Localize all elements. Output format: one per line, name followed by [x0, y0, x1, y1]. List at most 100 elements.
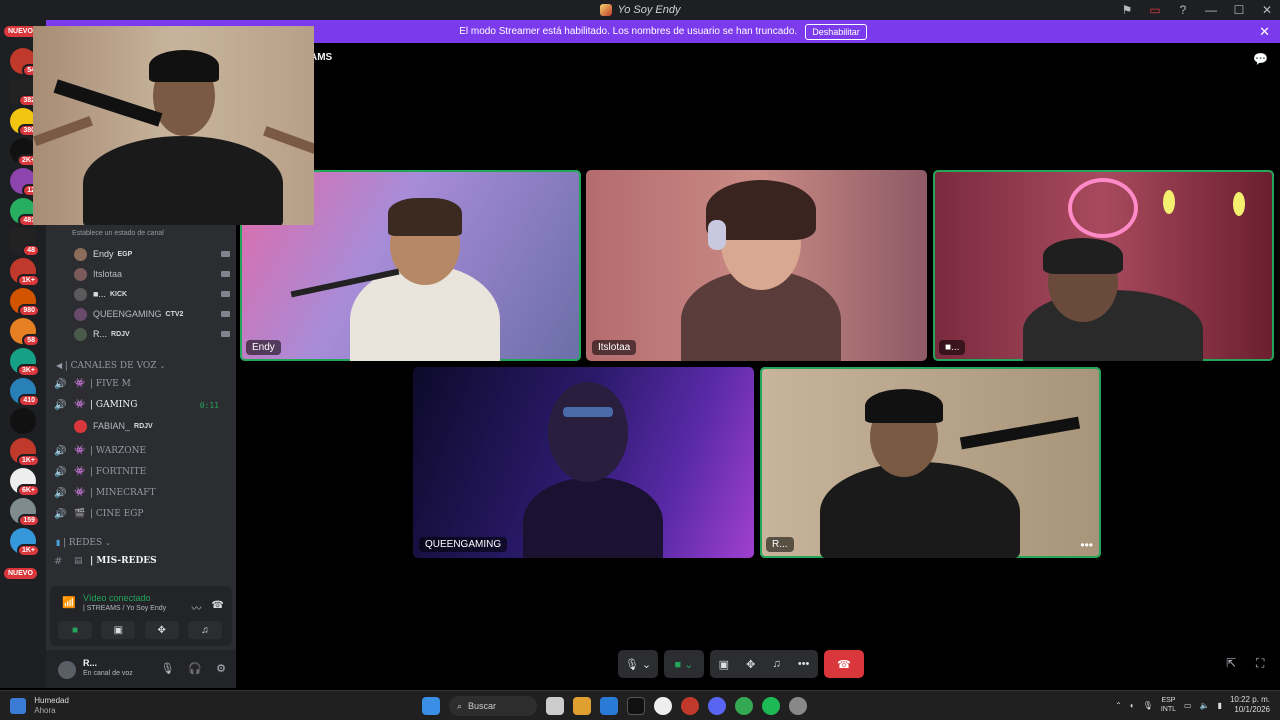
- avatar: [74, 307, 87, 321]
- activities-icon[interactable]: ✥: [746, 658, 755, 671]
- video-icon: [221, 311, 230, 317]
- screen-share-button[interactable]: ▣: [101, 621, 136, 639]
- app-icon: [599, 4, 612, 16]
- app-icon[interactable]: [600, 697, 618, 715]
- disable-streamer-button[interactable]: Deshabilitar: [805, 23, 867, 40]
- mic-tray-icon[interactable]: 🎙: [1143, 701, 1153, 710]
- server-icon[interactable]: 980: [10, 288, 40, 317]
- user-status: En canal de voz: [83, 670, 133, 677]
- network-icon[interactable]: ◐: [1130, 701, 1135, 710]
- voice-user[interactable]: FABIAN_ RDJV: [74, 417, 224, 435]
- screen-icon[interactable]: ▭: [1148, 3, 1162, 17]
- doc-icon: ▤: [74, 556, 83, 566]
- chrome-icon[interactable]: [735, 697, 753, 715]
- noise-suppression-icon[interactable]: 〰: [192, 600, 202, 615]
- video-tile[interactable]: Itslotaa: [586, 170, 927, 361]
- clock[interactable]: 10:22 p. m. 10/1/2026: [1230, 695, 1270, 715]
- server-icon[interactable]: 1K+: [10, 438, 40, 467]
- server-icon[interactable]: 159: [10, 498, 40, 527]
- avatar: [74, 247, 87, 261]
- speaker-icon: 🔊: [54, 508, 67, 520]
- server-icon[interactable]: 1K+: [10, 528, 40, 557]
- microphone-button[interactable]: 🎙 ⌄: [618, 650, 658, 678]
- voice-channel[interactable]: 🔊 🎬 | CINE EGP: [54, 505, 229, 523]
- voice-category[interactable]: ◀ | CANALES DE VOZ ⌄: [56, 361, 165, 371]
- app-icon[interactable]: [681, 697, 699, 715]
- voice-channel[interactable]: 🔊 👾 | MINECRAFT: [54, 484, 229, 502]
- voice-channel-path[interactable]: | STREAMS / Yo Soy Endy: [83, 605, 166, 612]
- soundboard-button[interactable]: ♫: [187, 621, 222, 639]
- volume-icon[interactable]: 🔈: [1200, 701, 1210, 710]
- language-indicator[interactable]: ESP INTL: [1161, 696, 1176, 714]
- app-icon[interactable]: [654, 697, 672, 715]
- help-icon[interactable]: ?: [1176, 3, 1190, 17]
- app-icon[interactable]: [627, 697, 645, 715]
- server-icon[interactable]: 58: [10, 318, 40, 347]
- chevron-up-icon[interactable]: ⌃: [1115, 701, 1122, 710]
- search-icon: ⌕: [457, 700, 463, 711]
- minimize-button[interactable]: —: [1204, 3, 1218, 17]
- channel-status-hint[interactable]: Establece un estado de canal: [72, 230, 164, 237]
- voice-channel[interactable]: 🔊 👾 | GAMING 0:11: [54, 396, 229, 414]
- weather-widget[interactable]: Humedad Ahora: [10, 696, 69, 716]
- fullscreen-icon[interactable]: ⛶: [1256, 656, 1264, 671]
- window-controls: ⚑ ▭ ? — ☐ ✕: [1120, 0, 1274, 20]
- settings-icon[interactable]: [789, 697, 807, 715]
- server-icon[interactable]: 6K+: [10, 468, 40, 497]
- microphone-icon[interactable]: 🎙: [160, 662, 174, 675]
- search-box[interactable]: ⌕ Buscar: [449, 696, 537, 716]
- disconnect-icon[interactable]: ☎: [212, 600, 224, 615]
- voice-user[interactable]: R... RDJV: [74, 325, 230, 343]
- server-icon[interactable]: [10, 408, 36, 434]
- video-tile[interactable]: QUEENGAMING: [413, 367, 754, 558]
- server-icon[interactable]: 410: [10, 378, 40, 407]
- gear-icon[interactable]: ⚙: [216, 662, 226, 675]
- avatar: [74, 287, 87, 301]
- close-icon[interactable]: ✕: [1259, 24, 1270, 40]
- display-icon[interactable]: ▭: [1184, 701, 1192, 710]
- voice-channel[interactable]: 🔊 👾 | WARZONE: [54, 442, 229, 460]
- server-icon[interactable]: 48: [10, 228, 40, 257]
- voice-channel[interactable]: 🔊 👾 | FORTNITE: [54, 463, 229, 481]
- call-actions-group: ▣ ✥ ♫ •••: [710, 650, 818, 678]
- more-icon[interactable]: •••: [798, 658, 810, 670]
- pop-out-icon[interactable]: ⇱: [1226, 656, 1236, 670]
- headphones-icon[interactable]: 🎧: [188, 662, 202, 675]
- hang-up-button[interactable]: ☎: [824, 650, 864, 678]
- avatar[interactable]: [58, 661, 76, 679]
- maximize-button[interactable]: ☐: [1232, 3, 1246, 17]
- speaker-icon: 🔊: [54, 466, 67, 478]
- activities-button[interactable]: ✥: [144, 621, 179, 639]
- voice-status[interactable]: Vídeo conectado: [83, 593, 151, 603]
- spotify-icon[interactable]: [762, 697, 780, 715]
- video-tile[interactable]: R... •••: [760, 367, 1101, 558]
- video-icon: [221, 291, 230, 297]
- redes-category[interactable]: ▮ | REDES ⌄: [56, 538, 111, 548]
- text-channel-mis-redes[interactable]: # ▤ | MIS-REDES: [54, 552, 229, 570]
- app-icon[interactable]: [573, 697, 591, 715]
- screen-share-icon[interactable]: ▣: [719, 658, 729, 671]
- close-window-button[interactable]: ✕: [1260, 3, 1274, 17]
- video-tile[interactable]: ■...: [933, 170, 1274, 361]
- app-icon[interactable]: [546, 697, 564, 715]
- start-icon[interactable]: [422, 697, 440, 715]
- more-options-icon[interactable]: •••: [1080, 538, 1093, 552]
- window-title: Yo Soy Endy: [617, 4, 681, 16]
- camera-button[interactable]: ■: [58, 621, 92, 639]
- camera-button[interactable]: ■ ⌄: [664, 650, 704, 678]
- discord-icon[interactable]: [708, 697, 726, 715]
- invader-icon: 👾: [74, 467, 86, 477]
- battery-icon[interactable]: ▮: [1218, 701, 1222, 710]
- user-name[interactable]: R...: [83, 658, 97, 668]
- server-icon[interactable]: 1K+: [10, 258, 40, 287]
- voice-user[interactable]: Endy EGP: [74, 245, 230, 263]
- chat-icon[interactable]: 💬: [1253, 52, 1268, 66]
- inbox-icon[interactable]: ⚑: [1120, 3, 1134, 17]
- voice-user[interactable]: Itslotaa: [74, 265, 230, 283]
- participant-name: R...: [766, 537, 794, 552]
- soundboard-icon[interactable]: ♫: [772, 658, 780, 670]
- voice-channel[interactable]: 🔊 👾 | FIVE M: [54, 375, 229, 393]
- server-icon[interactable]: 3K+: [10, 348, 40, 377]
- voice-user[interactable]: ■... KICK: [74, 285, 230, 303]
- voice-user[interactable]: QUEENGAMING CTV2: [74, 305, 230, 323]
